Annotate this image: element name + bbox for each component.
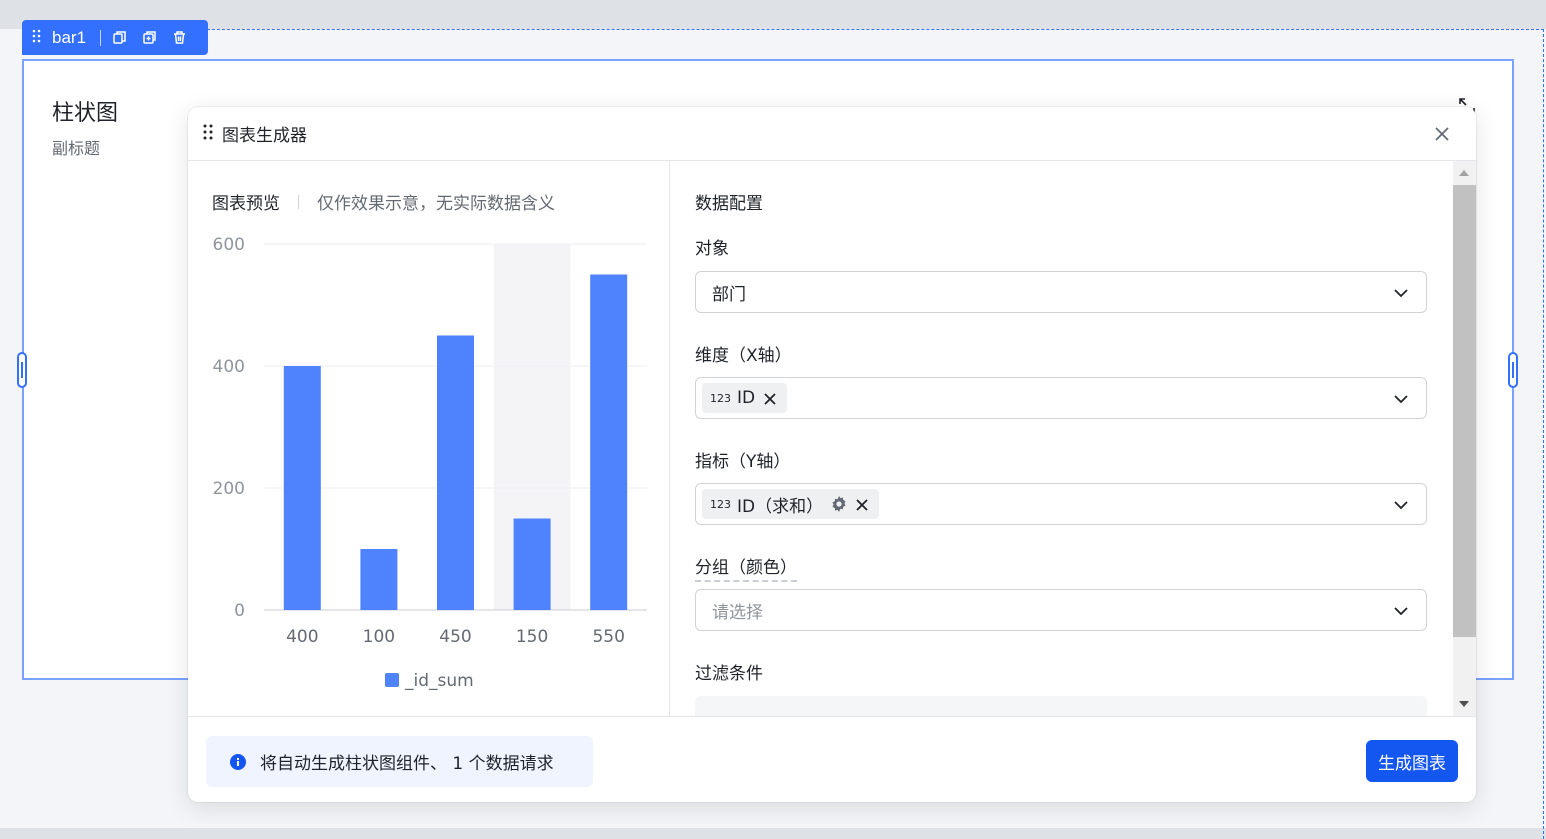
- metric-chip: 123 ID（求和）: [702, 489, 880, 519]
- info-banner: 将自动生成柱状图组件、 1 个数据请求: [206, 736, 593, 787]
- y-tick-label: 0: [234, 601, 245, 621]
- legend-label: _id_sum: [404, 671, 474, 691]
- object-select[interactable]: 部门: [695, 271, 1427, 313]
- close-icon[interactable]: [763, 391, 777, 405]
- close-icon[interactable]: [855, 497, 869, 511]
- bar: [513, 518, 551, 610]
- delete-icon[interactable]: [171, 30, 187, 46]
- component-subtitle: 副标题: [52, 139, 101, 158]
- legend-swatch: [385, 673, 399, 687]
- dialog-header[interactable]: 图表生成器: [188, 107, 1476, 161]
- resize-handle-right[interactable]: [1508, 352, 1518, 388]
- chevron-down-icon: [1392, 602, 1410, 620]
- scroll-thumb[interactable]: [1453, 185, 1476, 637]
- config-section-title: 数据配置: [695, 194, 763, 214]
- dimension-chip-label: ID: [737, 388, 756, 408]
- bar-chart: 0 200 400 600 400 100 450 150 550 _id_sum: [213, 235, 647, 691]
- duplicate-icon[interactable]: [141, 30, 157, 46]
- config-scrollbar[interactable]: [1453, 161, 1476, 716]
- gear-icon[interactable]: [831, 496, 847, 512]
- y-tick-label: 200: [213, 479, 245, 499]
- x-tick-label: 550: [592, 627, 624, 647]
- chevron-down-icon: [1392, 496, 1410, 514]
- preview-label: 图表预览: [212, 194, 280, 214]
- x-tick-label: 400: [286, 627, 318, 647]
- copy-icon[interactable]: [111, 30, 127, 46]
- component-tag[interactable]: bar1: [22, 20, 208, 55]
- number-type-icon: 123: [710, 497, 731, 511]
- preview-note: 仅作效果示意，无实际数据含义: [317, 194, 555, 214]
- info-text: 将自动生成柱状图组件、 1 个数据请求: [260, 754, 554, 774]
- dimension-select[interactable]: 123 ID: [695, 377, 1427, 419]
- dialog-footer: 将自动生成柱状图组件、 1 个数据请求 生成图表: [188, 716, 1476, 802]
- preview-divider: [298, 194, 299, 209]
- number-type-icon: 123: [710, 391, 731, 405]
- group-placeholder: 请选择: [712, 602, 763, 623]
- object-label: 对象: [695, 239, 729, 259]
- resize-handle-left[interactable]: [17, 352, 27, 388]
- metric-chip-label: ID（求和）: [737, 496, 824, 517]
- bar: [437, 335, 474, 610]
- drag-handle-icon[interactable]: [202, 123, 216, 145]
- bar: [283, 366, 321, 610]
- x-tick-label: 150: [516, 627, 548, 647]
- group-label[interactable]: 分组（颜色）: [695, 553, 797, 582]
- drag-handle-icon[interactable]: [32, 29, 48, 47]
- dimension-label: 维度（X轴）: [695, 346, 792, 366]
- data-config-pane: 数据配置 对象 部门 维度（X轴） 123 ID 指标（Y轴） 123 ID（求…: [671, 161, 1453, 716]
- preview-header: 图表预览 仅作效果示意，无实际数据含义: [212, 189, 555, 214]
- chart-preview-pane: 图表预览 仅作效果示意，无实际数据含义 0 200 400 600 400 100 450 1…: [188, 161, 670, 716]
- metric-label: 指标（Y轴）: [695, 452, 791, 472]
- filter-label: 过滤条件: [695, 664, 763, 684]
- bar: [360, 549, 398, 610]
- scroll-down-arrow[interactable]: [1459, 701, 1469, 707]
- group-select[interactable]: 请选择: [695, 589, 1427, 631]
- y-tick-label: 400: [213, 357, 245, 377]
- tag-divider: [100, 29, 102, 46]
- x-tick-label: 450: [439, 627, 471, 647]
- chevron-down-icon: [1392, 284, 1410, 302]
- bar: [590, 274, 628, 610]
- close-icon[interactable]: [1432, 124, 1452, 144]
- metric-select[interactable]: 123 ID（求和）: [695, 483, 1427, 525]
- object-value: 部门: [712, 284, 746, 305]
- info-icon: [230, 753, 246, 770]
- chart-generator-dialog: 图表生成器 图表预览 仅作效果示意，无实际数据含义 0 200 400 600 400 1…: [188, 107, 1476, 802]
- component-tag-name: bar1: [52, 27, 87, 47]
- x-tick-label: 100: [363, 627, 395, 647]
- generate-chart-button[interactable]: 生成图表: [1366, 740, 1458, 782]
- dimension-chip: 123 ID: [702, 383, 788, 413]
- component-title: 柱状图: [52, 101, 119, 126]
- scroll-up-arrow[interactable]: [1459, 170, 1469, 176]
- y-tick-label: 600: [213, 235, 245, 255]
- dialog-title: 图表生成器: [222, 126, 307, 146]
- filter-area[interactable]: [695, 696, 1427, 716]
- chevron-down-icon: [1392, 390, 1410, 408]
